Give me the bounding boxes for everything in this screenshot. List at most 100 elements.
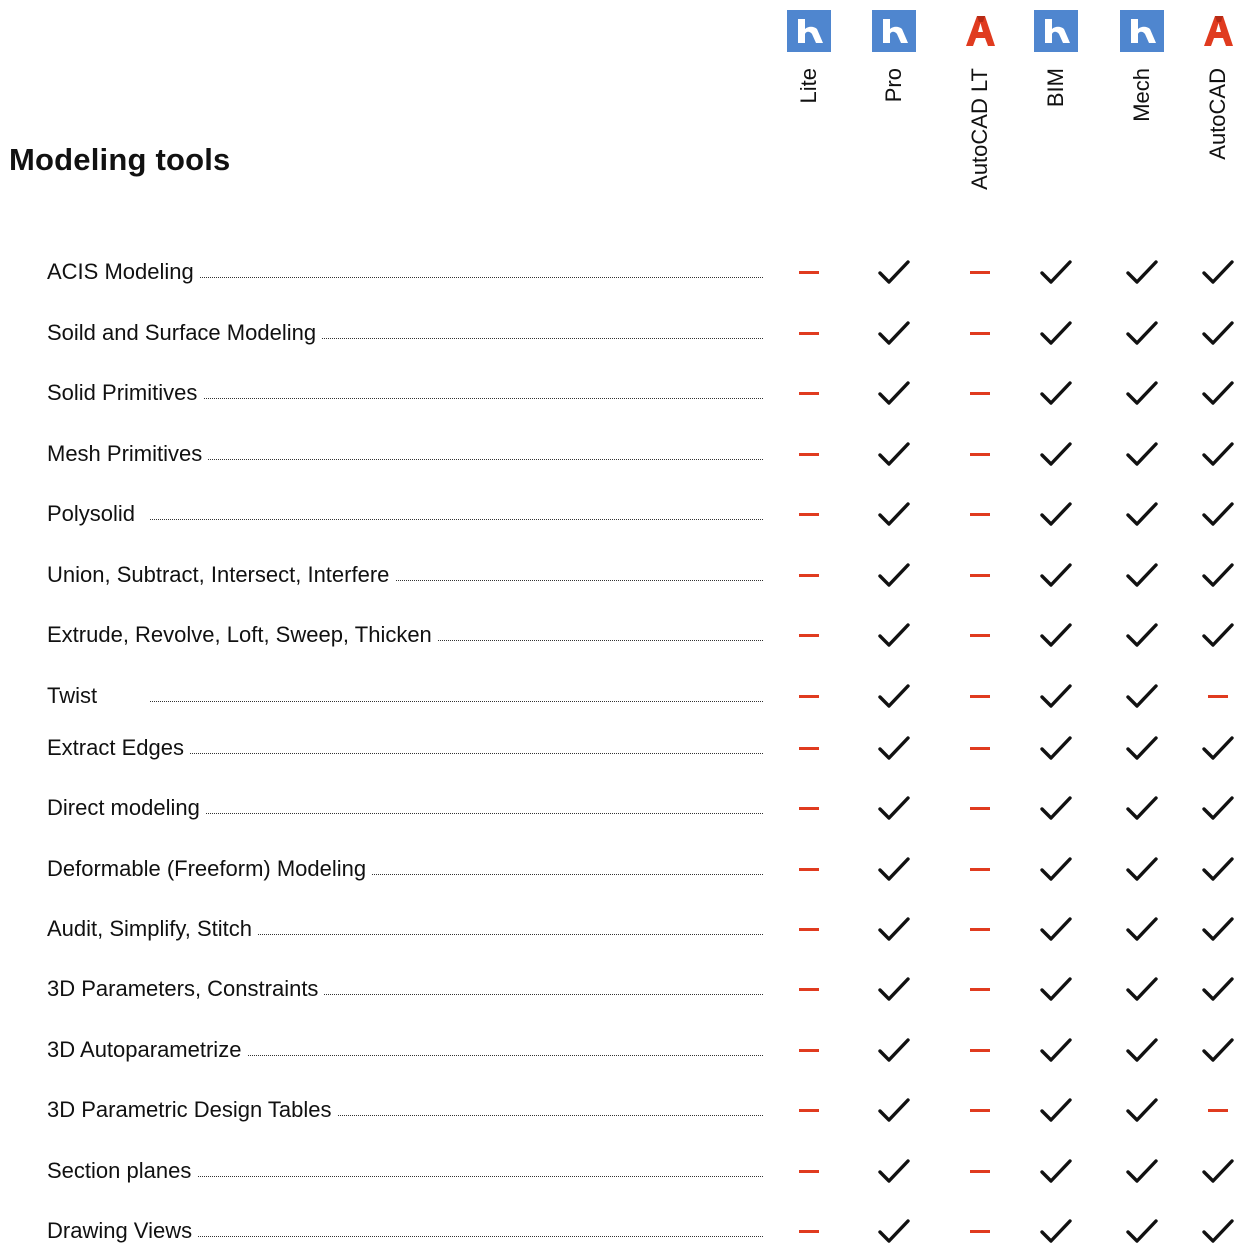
check-icon (1122, 555, 1162, 595)
check-icon (1036, 1211, 1076, 1251)
check-icon (1198, 1030, 1238, 1070)
feature-label: 3D Autoparametrize (47, 1030, 248, 1070)
table-row: Polysolid (0, 494, 1244, 534)
check-icon (874, 909, 914, 949)
dash-icon (789, 1030, 829, 1070)
table-row: ACIS Modeling (0, 252, 1244, 292)
dash-icon (960, 788, 1000, 828)
dotted-leader (150, 1236, 763, 1237)
check-icon (1036, 434, 1076, 474)
check-icon (1122, 252, 1162, 292)
table-row: 3D Parametric Design Tables (0, 1090, 1244, 1130)
dash-icon (789, 676, 829, 716)
check-icon (1198, 494, 1238, 534)
check-icon (1036, 849, 1076, 889)
dash-icon (960, 494, 1000, 534)
check-icon (1036, 1090, 1076, 1130)
table-row: Twist (0, 676, 1244, 716)
check-icon (1198, 1211, 1238, 1251)
check-icon (874, 1151, 914, 1191)
dash-icon (960, 1211, 1000, 1251)
dash-icon (789, 615, 829, 655)
dash-icon (789, 1090, 829, 1130)
check-icon (1122, 676, 1162, 716)
check-icon (1036, 676, 1076, 716)
check-icon (1198, 252, 1238, 292)
dash-icon (789, 373, 829, 413)
dotted-leader (150, 519, 763, 520)
column-label: Pro (881, 68, 906, 103)
check-icon (1198, 909, 1238, 949)
check-icon (1198, 434, 1238, 474)
dash-icon (960, 676, 1000, 716)
dash-icon (789, 313, 829, 353)
dash-icon (960, 615, 1000, 655)
table-row: Extract Edges (0, 728, 1244, 768)
dotted-leader (150, 1176, 763, 1177)
check-icon (1198, 849, 1238, 889)
feature-label: Section planes (47, 1151, 198, 1191)
table-row: Drawing Views (0, 1211, 1244, 1251)
check-icon (1122, 1211, 1162, 1251)
dash-icon (960, 1030, 1000, 1070)
check-icon (874, 788, 914, 828)
feature-label: Direct modeling (47, 788, 206, 828)
bricscad-logo-icon (1034, 10, 1078, 52)
check-icon (1122, 615, 1162, 655)
dash-icon (960, 1151, 1000, 1191)
check-icon (1122, 788, 1162, 828)
check-icon (1198, 615, 1238, 655)
check-icon (1036, 373, 1076, 413)
dash-icon (789, 434, 829, 474)
table-row: Section planes (0, 1151, 1244, 1191)
table-row: Solid Primitives (0, 373, 1244, 413)
check-icon (1122, 1030, 1162, 1070)
check-icon (1198, 1151, 1238, 1191)
feature-label: Mesh Primitives (47, 434, 209, 474)
check-icon (874, 1211, 914, 1251)
dash-icon (789, 252, 829, 292)
dash-icon (789, 909, 829, 949)
bricscad-logo-icon (872, 10, 916, 52)
check-icon (1036, 494, 1076, 534)
column-label: BIM (1043, 68, 1068, 108)
dotted-leader (150, 701, 763, 702)
table-row: Audit, Simplify, Stitch (0, 909, 1244, 949)
autocad-logo-icon (958, 10, 1002, 52)
table-row: 3D Autoparametrize (0, 1030, 1244, 1070)
check-icon (1198, 969, 1238, 1009)
check-icon (874, 615, 914, 655)
bricscad-logo-icon (787, 10, 831, 52)
dotted-leader (150, 459, 763, 460)
check-icon (1198, 313, 1238, 353)
table-row: Soild and Surface Modeling (0, 313, 1244, 353)
check-icon (1122, 434, 1162, 474)
check-icon (1036, 1030, 1076, 1070)
dash-icon (789, 728, 829, 768)
check-icon (1122, 728, 1162, 768)
check-icon (874, 676, 914, 716)
feature-label: Twist (47, 676, 104, 716)
dash-icon (960, 909, 1000, 949)
check-icon (1122, 1090, 1162, 1130)
column-label: Mech (1129, 68, 1154, 122)
dash-icon (789, 788, 829, 828)
check-icon (1036, 252, 1076, 292)
check-icon (1122, 849, 1162, 889)
dotted-leader (150, 277, 763, 278)
check-icon (1036, 555, 1076, 595)
check-icon (1036, 909, 1076, 949)
feature-label: Drawing Views (47, 1211, 199, 1251)
feature-label: Deformable (Freeform) Modeling (47, 849, 373, 889)
dash-icon (960, 728, 1000, 768)
check-icon (1122, 969, 1162, 1009)
dash-icon (789, 555, 829, 595)
feature-label: ACIS Modeling (47, 252, 200, 292)
feature-label: Solid Primitives (47, 373, 204, 413)
dash-icon (960, 969, 1000, 1009)
column-label: AutoCAD LT (967, 68, 992, 190)
check-icon (874, 849, 914, 889)
feature-label: 3D Parametric Design Tables (47, 1090, 338, 1130)
dotted-leader (150, 813, 763, 814)
feature-label: Extrude, Revolve, Loft, Sweep, Thicken (47, 615, 438, 655)
